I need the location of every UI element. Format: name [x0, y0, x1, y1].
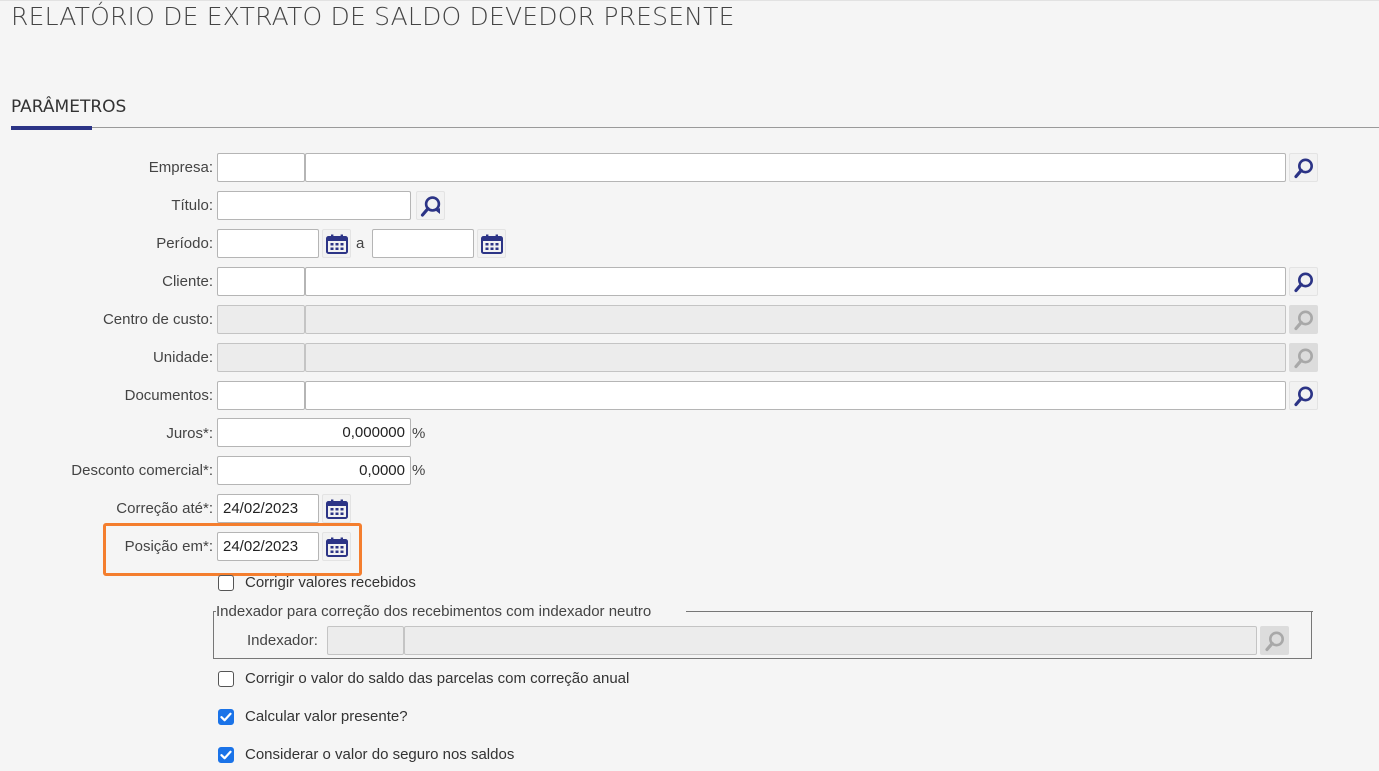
cliente-search-button[interactable] — [1289, 267, 1318, 296]
page-title: RELATÓRIO DE EXTRATO DE SALDO DEVEDOR PR… — [11, 2, 735, 31]
cliente-desc-input[interactable] — [305, 267, 1286, 296]
valor-presente-checkbox[interactable] — [218, 709, 234, 725]
seguro-checkbox[interactable] — [218, 747, 234, 763]
indexador-search-button — [1260, 626, 1289, 655]
empresa-desc-input[interactable] — [305, 153, 1286, 182]
titulo-input[interactable] — [217, 191, 411, 220]
posicao-em-input[interactable] — [217, 532, 319, 561]
search-icon — [1293, 386, 1313, 406]
search-icon — [1293, 348, 1313, 368]
desconto-label: Desconto comercial*: — [71, 462, 213, 479]
indexador-legend: Indexador para correção dos recebimentos… — [216, 603, 652, 620]
corrigir-recebidos-checkbox[interactable] — [218, 575, 234, 591]
centro-custo-label: Centro de custo: — [102, 311, 213, 328]
seguro-label: Considerar o valor do seguro nos saldos — [245, 746, 515, 763]
calendar-icon — [325, 537, 348, 557]
centro-custo-desc-input — [305, 305, 1286, 334]
indexador-code-input — [327, 626, 404, 655]
juros-input[interactable] — [217, 418, 411, 447]
periodo-to-input[interactable] — [372, 229, 474, 258]
periodo-label: Período: — [156, 235, 213, 252]
checkmark-icon — [220, 750, 232, 760]
empresa-search-button[interactable] — [1289, 153, 1318, 182]
correcao-anual-label: Corrigir o valor do saldo das parcelas c… — [245, 670, 630, 687]
corrigir-recebidos-label: Corrigir valores recebidos — [245, 574, 416, 591]
centro-custo-code-input — [217, 305, 305, 334]
titulo-search-button[interactable] — [416, 191, 445, 220]
correcao-ate-label: Correção até*: — [116, 500, 213, 517]
search-icon — [1293, 272, 1313, 292]
correcao-ate-date-button[interactable] — [322, 494, 351, 523]
titulo-label: Título: — [171, 197, 213, 214]
section-divider — [11, 127, 1379, 128]
search-refresh-icon — [420, 195, 440, 217]
checkmark-icon — [220, 712, 232, 722]
cliente-code-input[interactable] — [217, 267, 305, 296]
search-icon — [1293, 158, 1313, 178]
juros-unit: % — [412, 425, 426, 442]
periodo-separator: a — [356, 235, 365, 252]
empresa-label: Empresa: — [148, 159, 213, 176]
unidade-desc-input — [305, 343, 1286, 372]
documentos-desc-input[interactable] — [305, 381, 1286, 410]
documentos-label: Documentos: — [124, 387, 213, 404]
calendar-icon — [325, 499, 348, 519]
posicao-em-date-button[interactable] — [322, 532, 351, 561]
periodo-from-input[interactable] — [217, 229, 319, 258]
unidade-label: Unidade: — [152, 349, 213, 366]
search-icon — [1264, 631, 1284, 651]
periodo-from-date-button[interactable] — [322, 229, 351, 258]
indexador-desc-input — [404, 626, 1257, 655]
calendar-icon — [325, 234, 348, 254]
periodo-to-date-button[interactable] — [477, 229, 506, 258]
documentos-code-input[interactable] — [217, 381, 305, 410]
documentos-search-button[interactable] — [1289, 381, 1318, 410]
posicao-em-label: Posição em*: — [124, 538, 213, 555]
search-icon — [1293, 310, 1313, 330]
valor-presente-label: Calcular valor presente? — [245, 708, 408, 725]
section-underline — [11, 126, 92, 130]
indexador-label: Indexador: — [247, 632, 318, 649]
desconto-input[interactable] — [217, 456, 411, 485]
correcao-ate-input[interactable] — [217, 494, 319, 523]
unidade-search-button — [1289, 343, 1318, 372]
desconto-unit: % — [412, 462, 426, 479]
section-title: PARÂMETROS — [11, 97, 127, 117]
calendar-icon — [480, 234, 503, 254]
top-divider — [0, 0, 1379, 1]
fieldset-border — [686, 611, 1313, 612]
cliente-label: Cliente: — [162, 273, 213, 290]
unidade-code-input — [217, 343, 305, 372]
centro-custo-search-button — [1289, 305, 1318, 334]
juros-label: Juros*: — [166, 425, 213, 442]
empresa-code-input[interactable] — [217, 153, 305, 182]
correcao-anual-checkbox[interactable] — [218, 671, 234, 687]
